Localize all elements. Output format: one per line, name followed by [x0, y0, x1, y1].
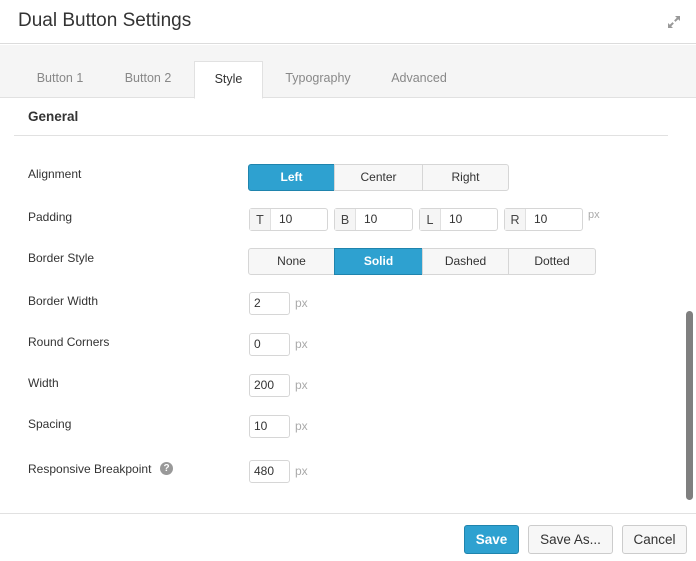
padding-top-input[interactable]: 10 — [271, 209, 292, 230]
alignment-left-button[interactable]: Left — [248, 164, 335, 191]
padding-left-field[interactable]: L 10 — [419, 208, 498, 231]
border-width-input[interactable]: 2 — [249, 292, 290, 315]
spacing-label: Spacing — [28, 417, 72, 431]
round-corners-unit: px — [295, 337, 308, 351]
border-style-button-group: None Solid Dashed Dotted — [248, 248, 596, 275]
round-corners-label: Round Corners — [28, 335, 110, 349]
padding-top-prefix: T — [250, 209, 271, 230]
padding-right-input[interactable]: 10 — [526, 209, 547, 230]
spacing-input[interactable]: 10 — [249, 415, 290, 438]
padding-label: Padding — [28, 210, 73, 224]
tab-button-2[interactable]: Button 2 — [110, 61, 186, 99]
save-as-button[interactable]: Save As... — [528, 525, 613, 554]
alignment-right-button[interactable]: Right — [422, 164, 509, 191]
border-style-label: Border Style — [28, 251, 95, 265]
border-width-label: Border Width — [28, 294, 99, 308]
padding-left-prefix: L — [420, 209, 441, 230]
padding-unit: px — [588, 209, 600, 221]
dialog-header: Dual Button Settings — [0, 0, 696, 44]
width-unit: px — [295, 378, 308, 392]
border-solid-button[interactable]: Solid — [334, 248, 423, 275]
tab-typography[interactable]: Typography — [274, 61, 362, 99]
responsive-breakpoint-input[interactable]: 480 — [249, 460, 290, 483]
padding-right-field[interactable]: R 10 — [504, 208, 583, 231]
padding-left-input[interactable]: 10 — [441, 209, 462, 230]
width-label: Width — [28, 376, 59, 390]
alignment-button-group: Left Center Right — [248, 164, 509, 191]
spacing-unit: px — [295, 419, 308, 433]
help-icon[interactable]: ? — [160, 462, 173, 475]
dialog-title: Dual Button Settings — [18, 10, 192, 31]
padding-top-field[interactable]: T 10 — [249, 208, 328, 231]
cancel-button[interactable]: Cancel — [622, 525, 687, 554]
section-title: General — [28, 109, 79, 124]
save-button[interactable]: Save — [464, 525, 519, 554]
expand-icon[interactable] — [666, 14, 682, 30]
border-dotted-button[interactable]: Dotted — [508, 248, 596, 275]
padding-bottom-prefix: B — [335, 209, 356, 230]
padding-bottom-field[interactable]: B 10 — [334, 208, 413, 231]
border-width-unit: px — [295, 296, 308, 310]
section-divider — [14, 135, 668, 136]
width-input[interactable]: 200 — [249, 374, 290, 397]
padding-bottom-input[interactable]: 10 — [356, 209, 377, 230]
alignment-label: Alignment — [28, 167, 82, 181]
border-dashed-button[interactable]: Dashed — [422, 248, 509, 275]
tab-bar: Button 1 Button 2 Style Typography Advan… — [0, 45, 696, 99]
footer-divider — [0, 513, 696, 514]
tab-style[interactable]: Style — [194, 61, 263, 99]
responsive-breakpoint-label: Responsive Breakpoint — [28, 462, 152, 476]
responsive-breakpoint-unit: px — [295, 464, 308, 478]
tab-advanced[interactable]: Advanced — [380, 61, 458, 99]
round-corners-input[interactable]: 0 — [249, 333, 290, 356]
scrollbar-thumb[interactable] — [686, 311, 693, 500]
alignment-center-button[interactable]: Center — [334, 164, 423, 191]
border-none-button[interactable]: None — [248, 248, 335, 275]
tab-button-1[interactable]: Button 1 — [22, 61, 98, 99]
padding-right-prefix: R — [505, 209, 526, 230]
